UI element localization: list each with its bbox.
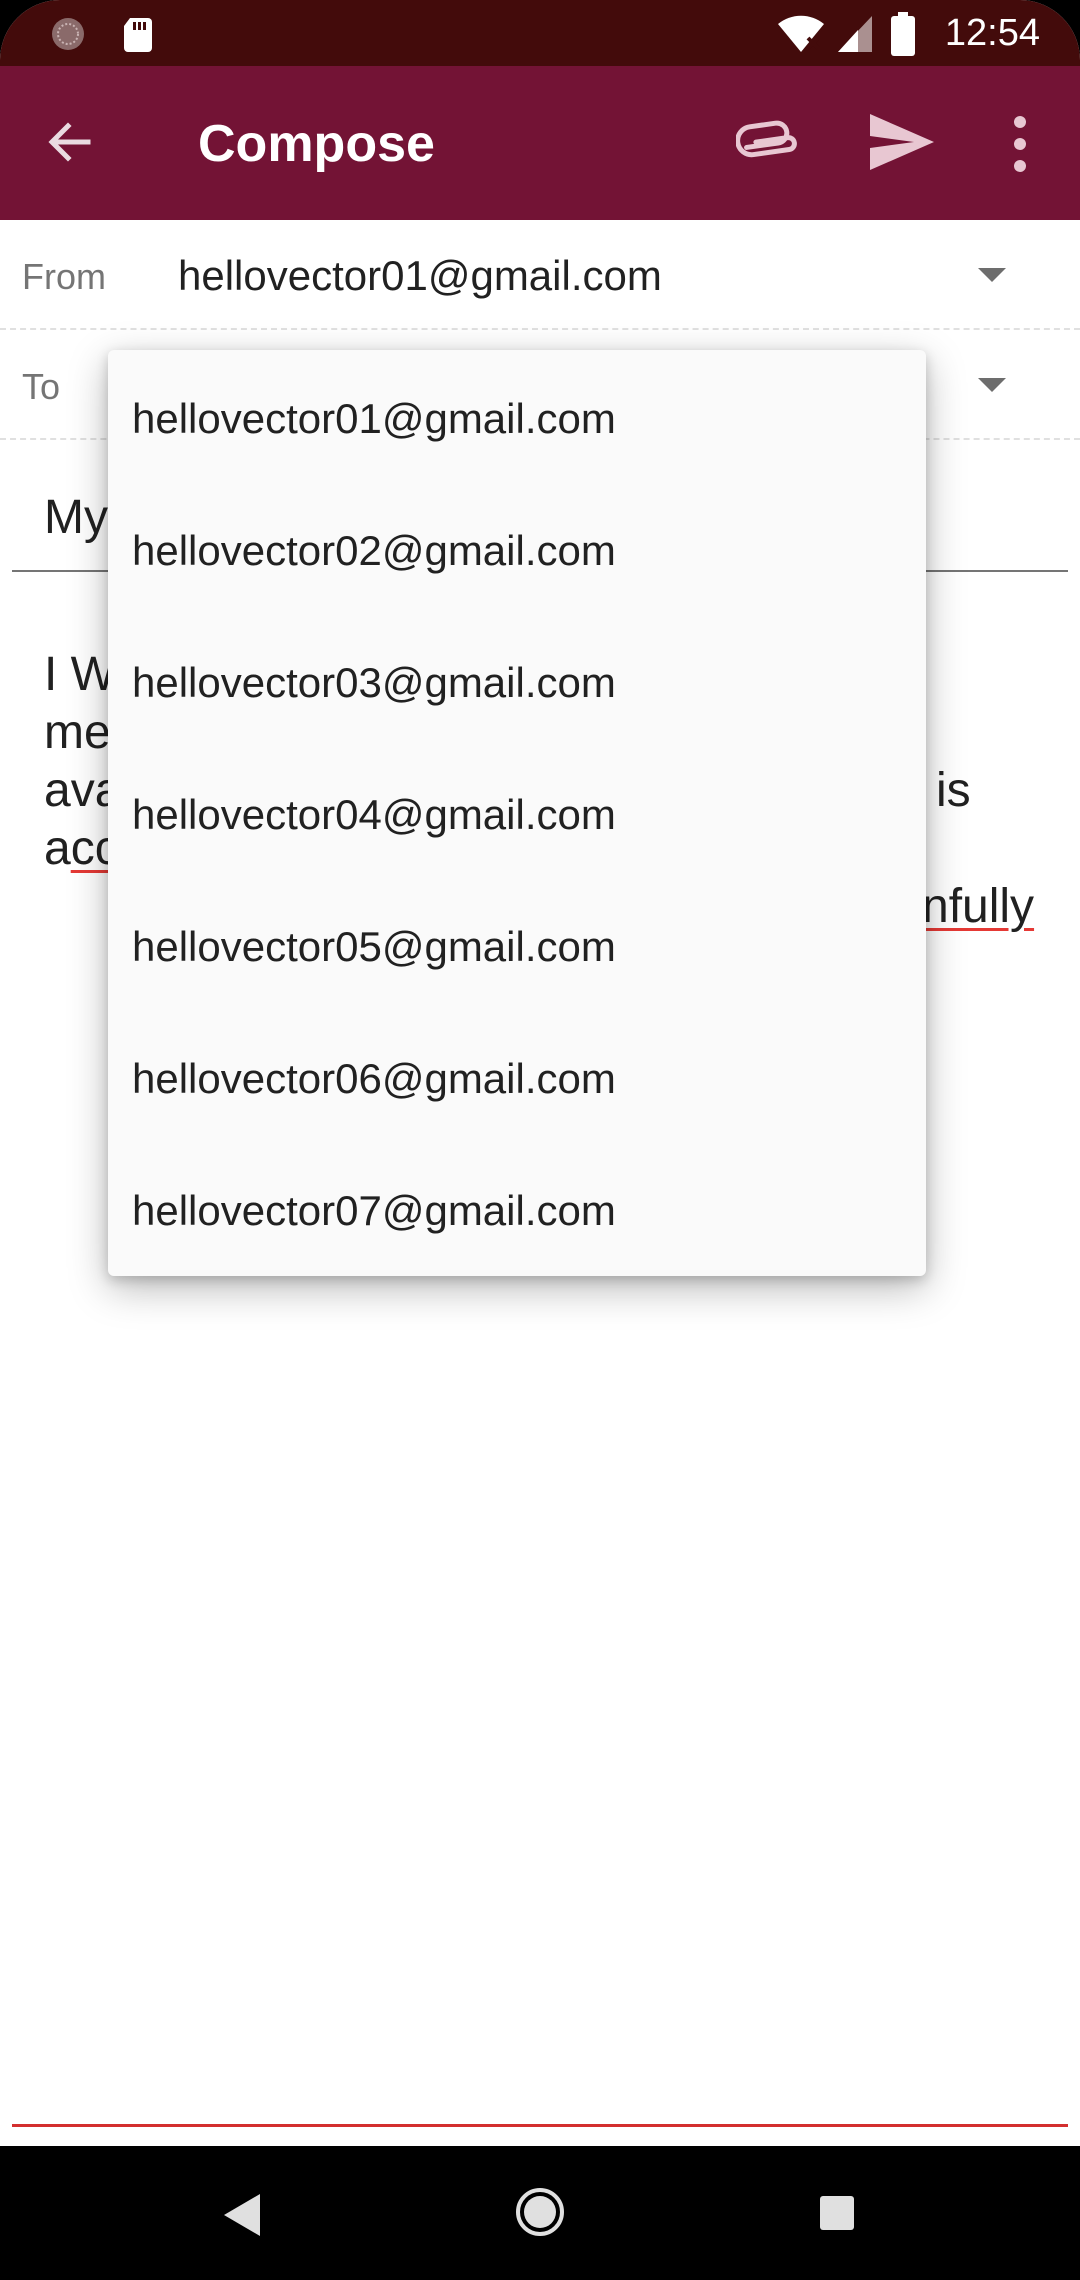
dropdown-option[interactable]: hellovector06@gmail.com [108,1010,926,1142]
dropdown-option[interactable]: hellovector01@gmail.com [108,350,926,482]
battery-icon [891,12,915,56]
more-vert-icon[interactable] [1000,112,1040,176]
home-circle-icon[interactable] [514,2186,566,2238]
to-dropdown-arrow-icon[interactable] [978,378,1006,392]
body-underline [12,2124,1068,2127]
send-icon[interactable] [866,110,938,174]
settings-icon [52,18,84,50]
from-account-select[interactable]: hellovector01@gmail.com [178,250,662,302]
from-divider [0,328,1080,330]
subject-input[interactable]: My [44,490,108,546]
body-line: I W [44,648,116,701]
attach-icon[interactable] [736,112,806,172]
dropdown-option[interactable]: hellovector03@gmail.com [108,614,926,746]
to-label: To [22,366,61,407]
from-label: From [22,256,106,297]
compose-screen: 12:54 Compose From hellovector01@gmail.c… [0,0,1080,2280]
back-triangle-icon[interactable] [222,2192,262,2238]
back-arrow-icon[interactable] [40,112,100,172]
app-bar: Compose [0,66,1080,220]
navigation-bar [0,2146,1080,2280]
body-line: is [936,764,971,817]
body-line: nfully [922,880,1035,933]
page-title: Compose [198,115,435,173]
recents-square-icon[interactable] [818,2194,856,2232]
to-account-dropdown: hellovector01@gmail.com hellovector02@gm… [108,350,926,1276]
dropdown-option[interactable]: hellovector07@gmail.com [108,1142,926,1274]
signal-icon [838,16,872,52]
dropdown-option[interactable]: hellovector05@gmail.com [108,878,926,1010]
dropdown-option[interactable]: hellovector02@gmail.com [108,482,926,614]
from-dropdown-arrow-icon[interactable] [978,268,1006,282]
sd-card-icon [124,18,152,52]
body-line: me [44,706,111,759]
wifi-icon [778,15,824,52]
status-time: 12:54 [944,12,1040,54]
status-bar: 12:54 [0,0,1080,66]
dropdown-option[interactable]: hellovector04@gmail.com [108,746,926,878]
